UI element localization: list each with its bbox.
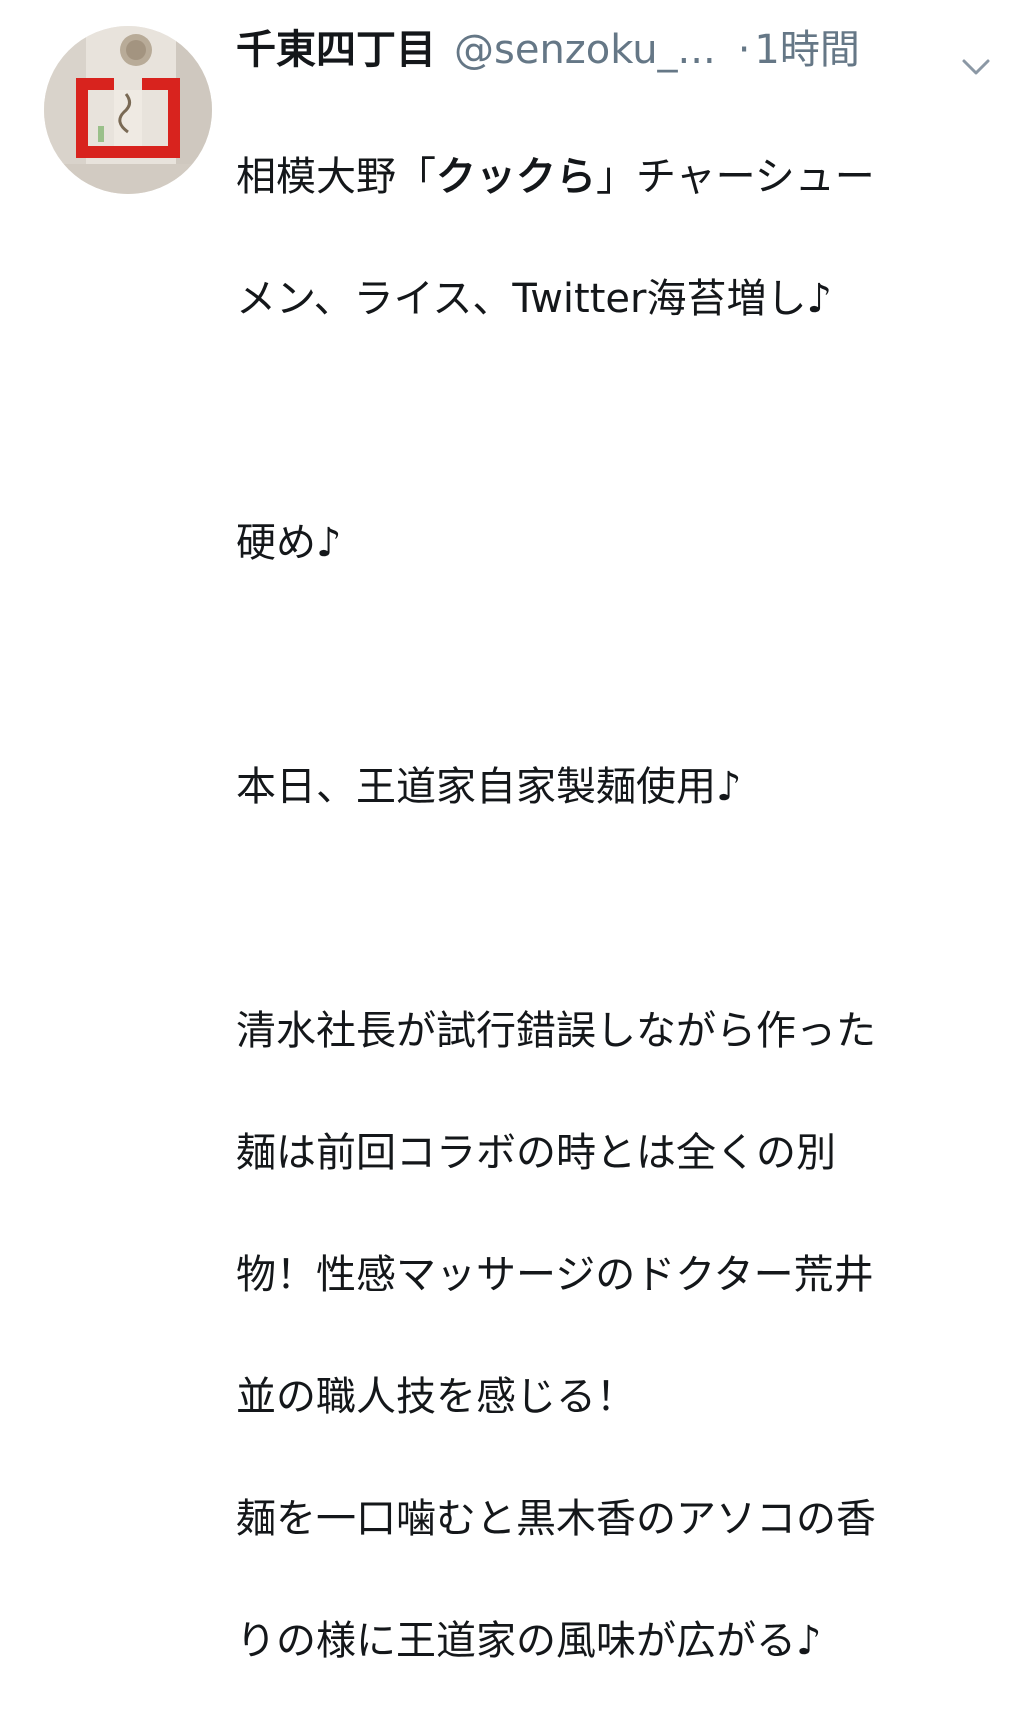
tweet-line: 麺を一口噛むと黒木香のアソコの香 [236, 1496, 876, 1542]
separator-dot: · [737, 27, 751, 73]
tweet-text: 相模大野「クックら」チャーシュー メン、ライス、Twitter海苔増し♪ 硬め♪… [236, 86, 996, 1733]
avatar-image [44, 26, 212, 194]
tweet[interactable]: 千東四丁目 @senzoku_... · 1時間 相模大野「クックら」チャーシュ… [0, 0, 1024, 1664]
tweet-line: 硬め♪ [236, 520, 342, 566]
tweet-line: 本日、王道家自家製麺使用♪ [236, 764, 742, 810]
user-handle[interactable]: @senzoku_... [454, 18, 716, 82]
timestamp[interactable]: 1時間 [754, 18, 859, 82]
tweet-text-part: 相模大野「 [236, 154, 436, 200]
tweet-text-bold: クックら [436, 154, 596, 200]
tweet-line: 物！性感マッサージのドクター荒井 [236, 1252, 874, 1298]
tweet-line: メン、ライス、Twitter海苔増し♪ [236, 276, 832, 322]
tweet-line: りの様に王道家の風味が広がる♪ [236, 1618, 822, 1664]
tweet-line: 相模大野「クックら」チャーシュー [236, 147, 996, 208]
chevron-down-icon[interactable] [956, 36, 996, 75]
tweet-line: 並の職人技を感じる！ [236, 1374, 636, 1420]
tweet-line: 麺は前回コラボの時とは全くの別 [236, 1130, 836, 1176]
tweet-line: 清水社長が試行錯誤しながら作った [236, 1008, 876, 1054]
tweet-text-part: 」チャーシュー [596, 154, 875, 200]
avatar[interactable] [44, 26, 212, 194]
tweet-header: 千東四丁目 @senzoku_... · 1時間 [236, 18, 996, 82]
display-name[interactable]: 千東四丁目 [236, 18, 436, 82]
